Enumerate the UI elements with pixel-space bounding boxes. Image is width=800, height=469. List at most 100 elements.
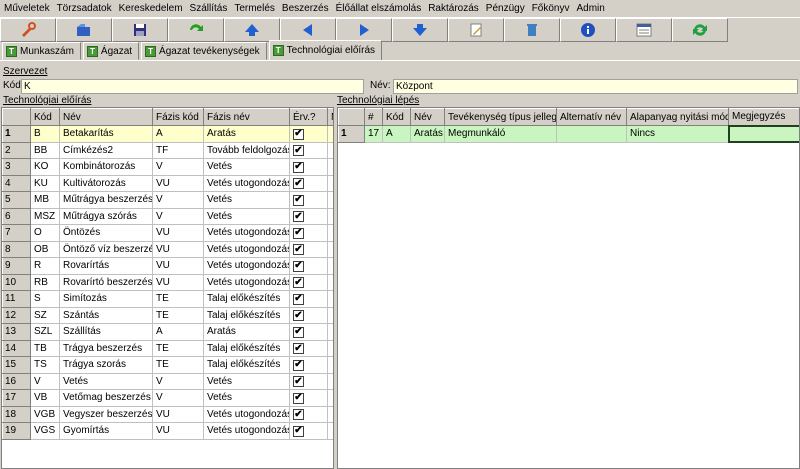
left-col-header[interactable]: M: [327, 108, 333, 126]
erv-cell: ✔: [289, 208, 328, 225]
menu-item-7[interactable]: Raktározás: [428, 3, 479, 14]
right-col-header[interactable]: Tevékenység típus jelleg: [444, 108, 557, 126]
tab-0[interactable]: T Munkaszám: [2, 42, 81, 60]
nev-cell: Vegyszer beszerzés: [59, 406, 153, 423]
menu-item-9[interactable]: Főkönyv: [532, 3, 570, 14]
erv-checkbox[interactable]: ✔: [293, 409, 304, 420]
erv-checkbox[interactable]: ✔: [293, 211, 304, 222]
table-row[interactable]: 1 17 A Aratás Megmunkáló Nincs: [338, 124, 799, 143]
table-row[interactable]: 14 TB Trágya beszerzés TE Talaj előkészítés ✔: [2, 339, 333, 357]
left-col-header[interactable]: Érv.?: [289, 108, 328, 126]
right-col-header[interactable]: Név: [410, 108, 445, 126]
table-row[interactable]: 11 S Simítozás TE Talaj előkészítés ✔: [2, 290, 333, 308]
m-cell: [327, 274, 333, 291]
tab-bar: T Munkaszám T Ágazat T Ágazat tevékenységek T T…: [0, 40, 800, 61]
kod-cell: A: [382, 125, 411, 143]
right-grid-title: Technológiai lépés: [337, 95, 420, 106]
erv-checkbox[interactable]: ✔: [293, 425, 304, 437]
save-button[interactable]: [112, 18, 168, 42]
menu-item-2[interactable]: Kereskedelem: [119, 3, 183, 14]
trash-button[interactable]: [504, 18, 560, 42]
row-number: 18: [2, 405, 31, 423]
kod-field[interactable]: K: [21, 79, 364, 94]
kod-cell: B: [30, 125, 60, 143]
table-row[interactable]: 9 R Rovarírtás VU Vetés utogondozás ✔: [2, 257, 333, 275]
menu-item-8[interactable]: Pénzügy: [486, 3, 525, 14]
left-col-header[interactable]: Fázis kód: [152, 108, 204, 126]
right-col-header[interactable]: Megjegyzés: [728, 108, 799, 126]
table-row[interactable]: 7 O Öntözés VU Vetés utogondozás ✔: [2, 224, 333, 242]
erv-checkbox[interactable]: ✔: [293, 178, 304, 189]
table-row[interactable]: 10 RB Rovarírtó beszerzés VU Vetés utogondoz…: [2, 273, 333, 291]
menu-item-6[interactable]: Élőállat elszámolás: [336, 3, 422, 14]
right-col-header[interactable]: Alternatív név: [556, 108, 627, 126]
table-row[interactable]: 15 TS Trágya szorás TE Talaj előkészítés ✔: [2, 356, 333, 374]
tab-1[interactable]: T Ágazat: [82, 42, 140, 60]
menu-item-0[interactable]: Műveletek: [4, 3, 50, 14]
window-button[interactable]: [616, 18, 672, 42]
erv-checkbox[interactable]: ✔: [293, 161, 304, 173]
fazis-nev-cell: Vetés: [203, 389, 290, 407]
menu-item-5[interactable]: Beszerzés: [282, 3, 329, 14]
right-arrow-button[interactable]: [336, 18, 392, 42]
erv-checkbox[interactable]: ✔: [293, 244, 304, 255]
table-row[interactable]: 17 VB Vetőmag beszerzés V Vetés ✔: [2, 389, 333, 407]
tab-2[interactable]: T Ágazat tevékenységek: [141, 42, 267, 60]
erv-checkbox[interactable]: ✔: [293, 128, 304, 140]
erv-checkbox[interactable]: ✔: [293, 359, 304, 371]
table-row[interactable]: 2 BB Címkézés2 TF Tovább feldolgozás ✔: [2, 141, 333, 159]
table-row[interactable]: 4 KU Kultivátorozás VU Vetés utogondozás ✔: [2, 174, 333, 192]
tab-label: Munkaszám: [20, 45, 74, 57]
down-button[interactable]: [392, 18, 448, 42]
right-col-header[interactable]: Kód: [382, 108, 411, 126]
erv-checkbox[interactable]: ✔: [293, 392, 304, 404]
megjegyzes-cell[interactable]: [727, 124, 799, 143]
tools-button[interactable]: [0, 18, 56, 42]
erv-cell: ✔: [289, 389, 328, 407]
edit-button[interactable]: [448, 18, 504, 42]
table-row[interactable]: 19 VGS Gyomírtás VU Vetés utogondozás ✔: [2, 422, 333, 440]
alt-nev-cell: [556, 125, 627, 143]
kod-cell: KU: [30, 175, 60, 192]
right-col-header[interactable]: #: [364, 108, 383, 126]
erv-checkbox[interactable]: ✔: [293, 376, 304, 387]
table-row[interactable]: 8 OB Öntöző víz beszerzés VU Vetés utogondoz…: [2, 240, 333, 258]
table-row[interactable]: 18 VGB Vegyszer beszerzés VU Vetés utogondoz…: [2, 405, 333, 423]
table-row[interactable]: 12 SZ Szántás TE Talaj előkészítés ✔: [2, 306, 333, 324]
reload-button[interactable]: [672, 18, 728, 42]
kod-cell: TB: [30, 340, 60, 357]
menu-item-3[interactable]: Szállítás: [190, 3, 228, 14]
erv-checkbox[interactable]: ✔: [293, 310, 304, 321]
erv-checkbox[interactable]: ✔: [293, 194, 304, 206]
table-row[interactable]: 5 MB Műtrágya beszerzés V Vetés ✔: [2, 191, 333, 209]
m-cell: [327, 406, 333, 423]
menu-item-4[interactable]: Termelés: [234, 3, 275, 14]
refresh-green-button[interactable]: [168, 18, 224, 42]
left-arrow-button[interactable]: [280, 18, 336, 42]
erv-checkbox[interactable]: ✔: [293, 260, 304, 272]
erv-checkbox[interactable]: ✔: [293, 227, 304, 239]
erv-checkbox[interactable]: ✔: [293, 277, 304, 288]
erv-checkbox[interactable]: ✔: [293, 343, 304, 354]
table-row[interactable]: 1 B Betakarítás A Aratás ✔: [2, 125, 333, 143]
erv-checkbox[interactable]: ✔: [293, 326, 304, 338]
left-col-header[interactable]: Kód: [30, 108, 60, 126]
menu-item-10[interactable]: Admin: [577, 3, 605, 14]
erv-checkbox[interactable]: ✔: [293, 145, 304, 156]
row-number: 19: [2, 422, 31, 440]
table-row[interactable]: 3 KO Kombinátorozás V Vetés ✔: [2, 158, 333, 176]
right-col-header[interactable]: Alapanyag nyitási mód: [626, 108, 729, 126]
left-col-header[interactable]: Fázis név: [203, 108, 290, 126]
table-row[interactable]: 16 V Vetés V Vetés ✔: [2, 372, 333, 390]
table-row[interactable]: 13 SZL Szállítás A Aratás ✔: [2, 323, 333, 341]
fazis-nev-cell: Talaj előkészítés: [203, 340, 290, 357]
erv-checkbox[interactable]: ✔: [293, 293, 304, 305]
open-button[interactable]: [56, 18, 112, 42]
left-col-header[interactable]: Név: [59, 108, 153, 126]
menu-item-1[interactable]: Törzsadatok: [57, 3, 112, 14]
info-button[interactable]: [560, 18, 616, 42]
nev-field[interactable]: Központ: [393, 79, 798, 94]
table-row[interactable]: 6 MSZ Műtrágya szórás V Vetés ✔: [2, 207, 333, 225]
tab-3[interactable]: T Technológiai előírás: [268, 40, 383, 60]
up-button[interactable]: [224, 18, 280, 42]
